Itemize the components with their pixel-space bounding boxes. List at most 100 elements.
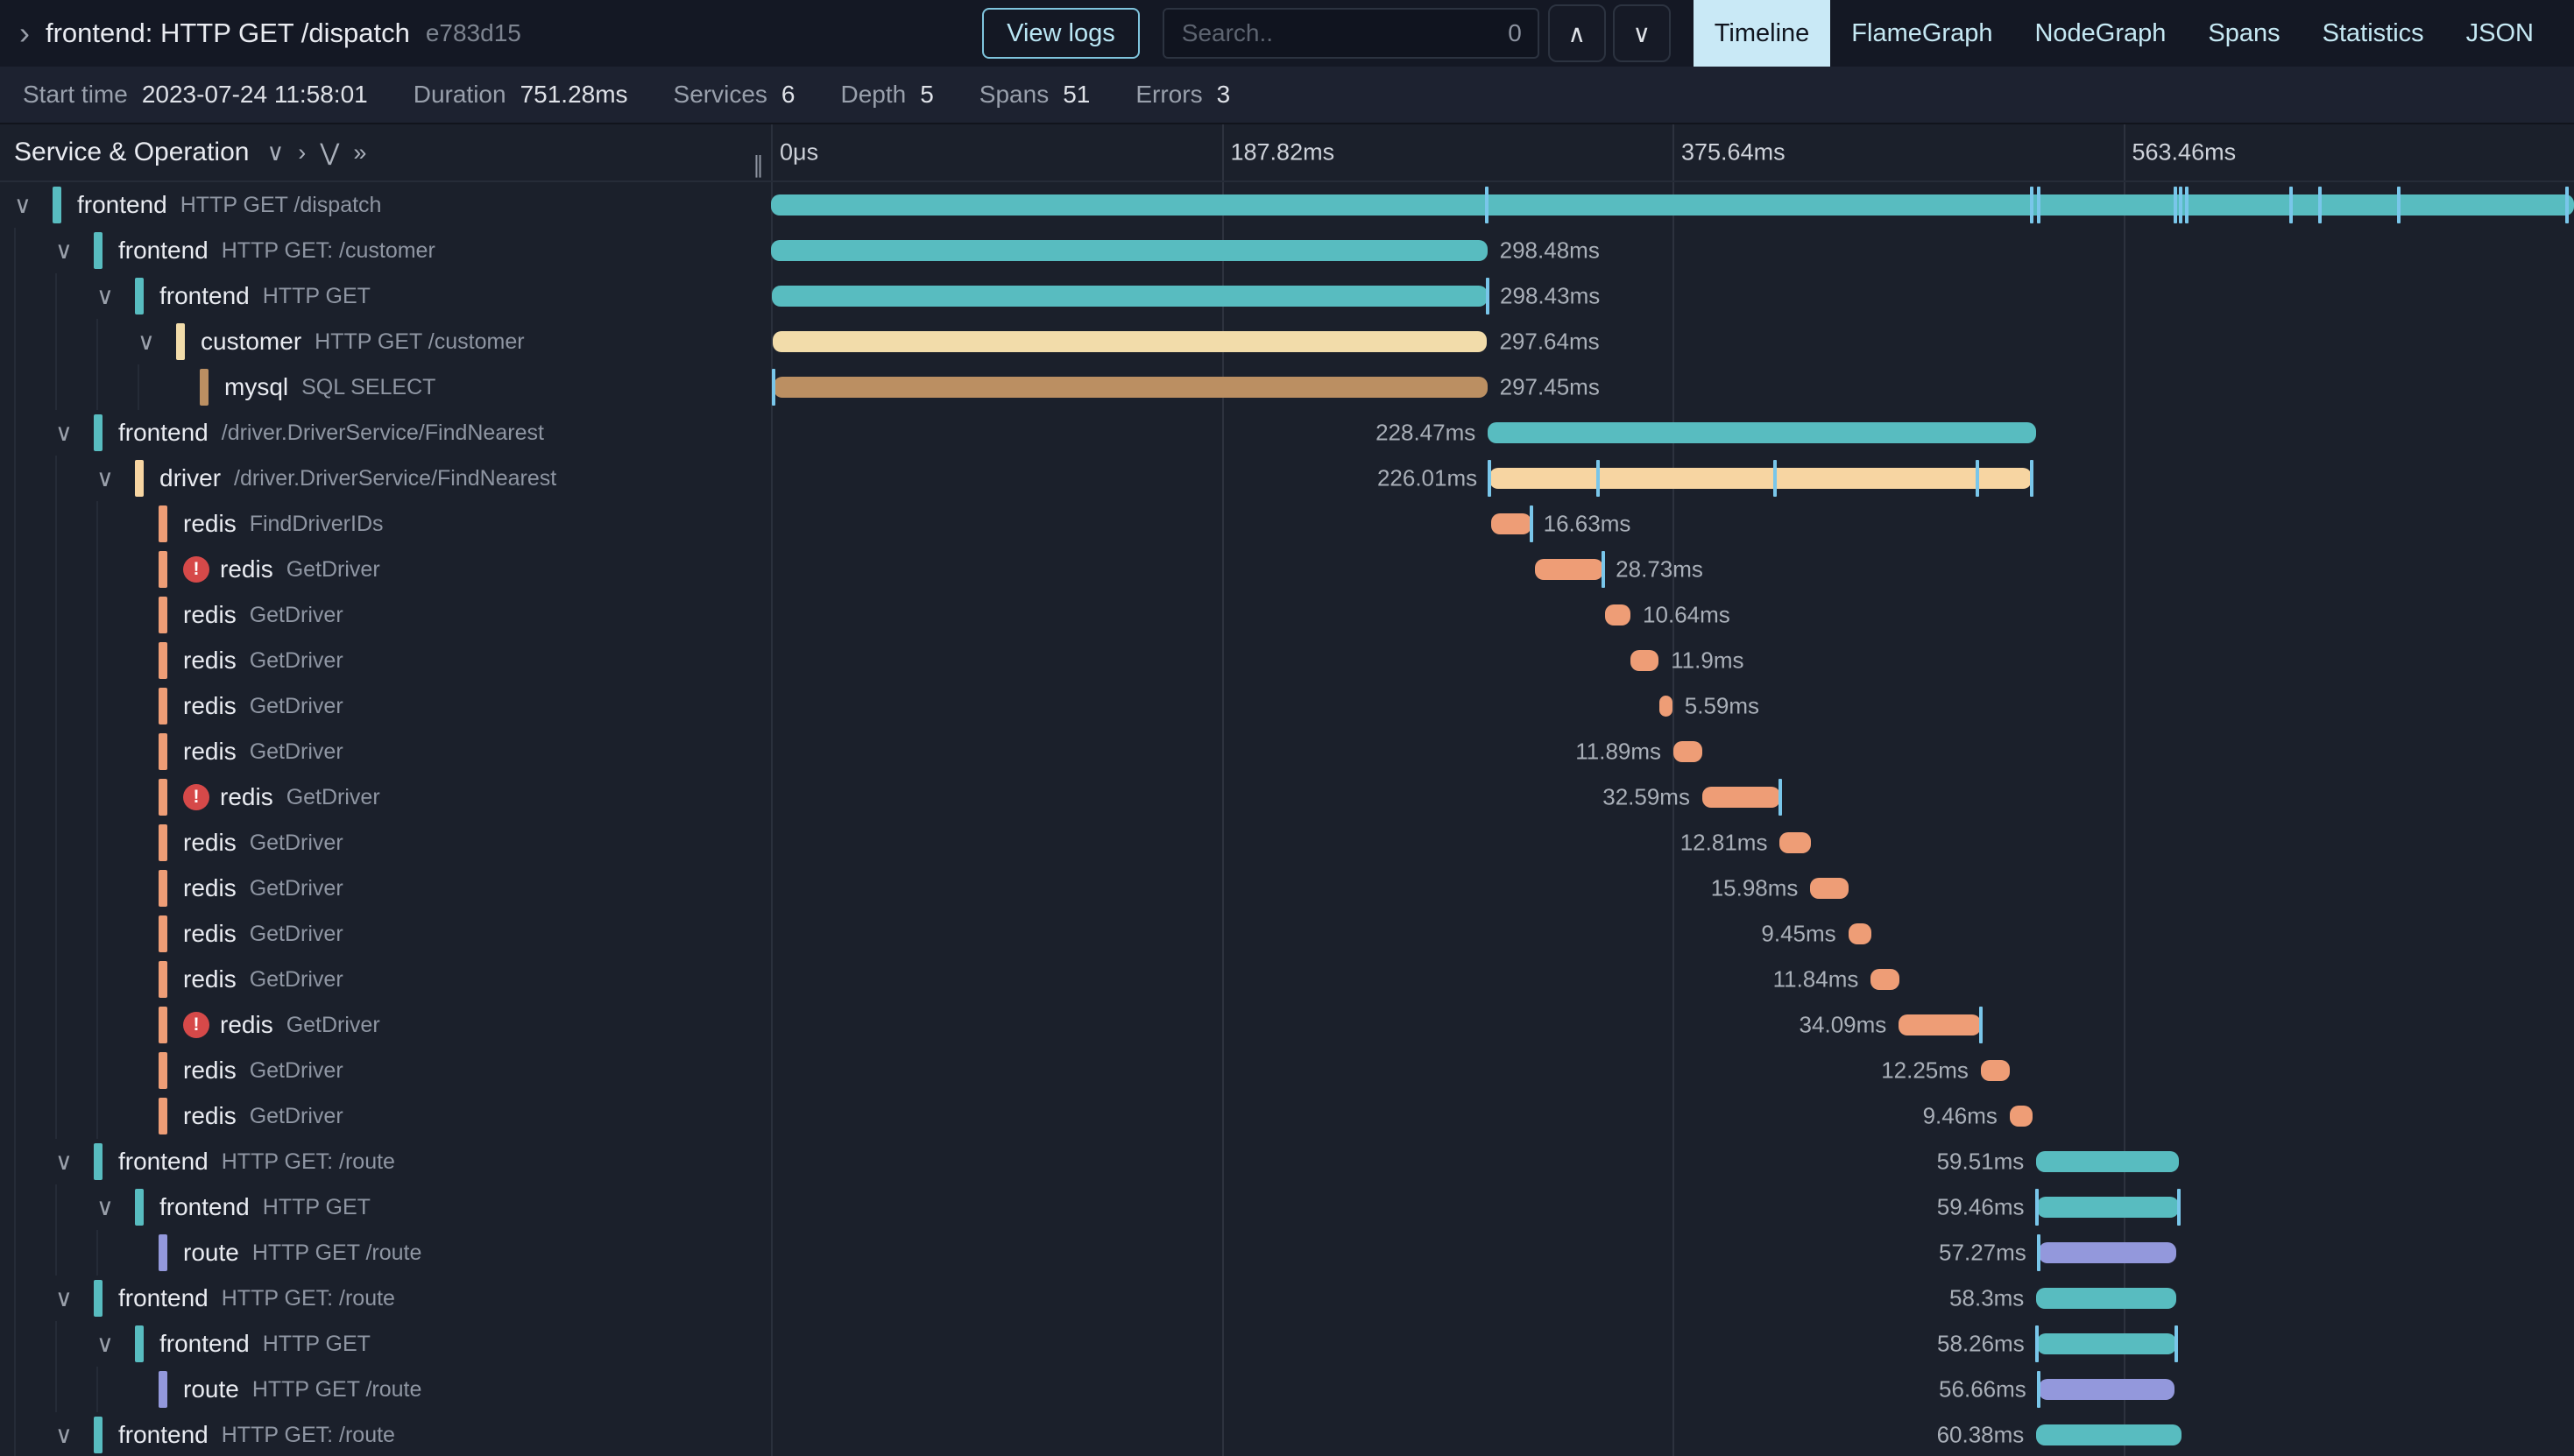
span-row[interactable]: ∨frontendHTTP GET: /route60.38ms — [0, 1412, 2574, 1456]
span-name-cell[interactable]: ∨driver/driver.DriverService/FindNearest — [0, 456, 771, 501]
tab-spans[interactable]: Spans — [2187, 0, 2301, 67]
span-name-cell[interactable]: routeHTTP GET /route — [0, 1367, 771, 1412]
span-duration-bar[interactable] — [1659, 696, 1672, 717]
span-duration-bar[interactable] — [773, 331, 1487, 352]
span-name-cell[interactable]: redisGetDriver — [0, 911, 771, 957]
span-row[interactable]: redisGetDriver5.59ms — [0, 683, 2574, 729]
chevron-down-icon[interactable]: ∨ — [96, 1332, 135, 1356]
chevron-down-icon[interactable]: ∨ — [55, 1424, 94, 1447]
search-input[interactable] — [1180, 18, 1497, 48]
span-row[interactable]: ∨frontendHTTP GET298.43ms — [0, 273, 2574, 319]
double-chevron-down-icon[interactable]: ⋁ — [320, 139, 339, 166]
span-duration-bar[interactable] — [1870, 969, 1899, 990]
collapse-trace-icon[interactable]: › — [19, 18, 30, 49]
span-name-cell[interactable]: redisGetDriver — [0, 866, 771, 911]
chevron-down-icon[interactable]: ∨ — [55, 239, 94, 263]
span-name-cell[interactable]: redisGetDriver — [0, 1048, 771, 1093]
span-name-cell[interactable]: redisGetDriver — [0, 1093, 771, 1139]
span-duration-bar[interactable] — [2037, 1333, 2177, 1354]
span-row[interactable]: redisGetDriver10.64ms — [0, 592, 2574, 638]
span-row[interactable]: redisGetDriver12.25ms — [0, 1048, 2574, 1093]
span-duration-bar[interactable] — [2036, 1424, 2181, 1445]
span-duration-bar[interactable] — [1899, 1014, 1980, 1035]
span-duration-bar[interactable] — [1702, 787, 1780, 808]
span-name-cell[interactable]: ∨frontendHTTP GET: /route — [0, 1412, 771, 1456]
tab-timeline[interactable]: Timeline — [1694, 0, 1831, 67]
chevron-down-icon[interactable]: ∨ — [96, 467, 135, 491]
span-row[interactable]: routeHTTP GET /route57.27ms — [0, 1230, 2574, 1276]
span-duration-bar[interactable] — [2036, 1151, 2179, 1172]
chevron-down-icon[interactable]: ∨ — [55, 1150, 94, 1174]
span-row[interactable]: routeHTTP GET /route56.66ms — [0, 1367, 2574, 1412]
span-row[interactable]: redisGetDriver9.46ms — [0, 1093, 2574, 1139]
span-name-cell[interactable]: ∨frontend/driver.DriverService/FindNeare… — [0, 410, 771, 456]
span-row[interactable]: !redisGetDriver32.59ms — [0, 774, 2574, 820]
span-row[interactable]: mysqlSQL SELECT297.45ms — [0, 364, 2574, 410]
span-name-cell[interactable]: ∨frontendHTTP GET — [0, 273, 771, 319]
span-row[interactable]: redisGetDriver9.45ms — [0, 911, 2574, 957]
span-name-cell[interactable]: redisGetDriver — [0, 683, 771, 729]
span-name-cell[interactable]: redisGetDriver — [0, 820, 771, 866]
next-result-button[interactable]: ∨ — [1613, 4, 1671, 62]
span-duration-bar[interactable] — [2037, 1197, 2180, 1218]
span-row[interactable]: ∨customerHTTP GET /customer297.64ms — [0, 319, 2574, 364]
span-name-cell[interactable]: ∨customerHTTP GET /customer — [0, 319, 771, 364]
chevron-down-icon[interactable]: ∨ — [14, 194, 53, 217]
span-duration-bar[interactable] — [771, 240, 1488, 261]
span-row[interactable]: redisFindDriverIDs16.63ms — [0, 501, 2574, 547]
tab-json[interactable]: JSON — [2445, 0, 2555, 67]
view-logs-button[interactable]: View logs — [982, 8, 1140, 59]
span-row[interactable]: ∨frontendHTTP GET: /route59.51ms — [0, 1139, 2574, 1184]
chevron-down-icon[interactable]: ∨ — [96, 1196, 135, 1219]
span-duration-bar[interactable] — [1779, 832, 1810, 853]
tab-flamegraph[interactable]: FlameGraph — [1830, 0, 2013, 67]
span-row[interactable]: ∨frontendHTTP GET59.46ms — [0, 1184, 2574, 1230]
span-name-cell[interactable]: redisGetDriver — [0, 638, 771, 683]
chevron-down-icon[interactable]: ∨ — [138, 330, 176, 354]
span-duration-bar[interactable] — [1489, 468, 2032, 489]
span-duration-bar[interactable] — [1981, 1060, 2011, 1081]
span-row[interactable]: ∨frontendHTTP GET: /customer298.48ms — [0, 228, 2574, 273]
span-name-cell[interactable]: mysqlSQL SELECT — [0, 364, 771, 410]
chevron-down-icon[interactable]: ∨ — [55, 1287, 94, 1311]
tab-nodegraph[interactable]: NodeGraph — [2013, 0, 2187, 67]
span-duration-bar[interactable] — [2036, 1288, 2176, 1309]
span-row[interactable]: !redisGetDriver28.73ms — [0, 547, 2574, 592]
span-name-cell[interactable]: !redisGetDriver — [0, 1002, 771, 1048]
span-name-cell[interactable]: !redisGetDriver — [0, 547, 771, 592]
column-resize-handle[interactable]: ∥ — [753, 152, 764, 179]
span-row[interactable]: !redisGetDriver34.09ms — [0, 1002, 2574, 1048]
span-duration-bar[interactable] — [1491, 513, 1531, 534]
chevron-right-icon[interactable]: › — [298, 139, 306, 166]
span-name-cell[interactable]: routeHTTP GET /route — [0, 1230, 771, 1276]
span-duration-bar[interactable] — [1605, 604, 1630, 626]
span-duration-bar[interactable] — [2039, 1242, 2176, 1263]
span-duration-bar[interactable] — [774, 377, 1488, 398]
span-name-cell[interactable]: ∨frontendHTTP GET — [0, 1321, 771, 1367]
span-name-cell[interactable]: redisGetDriver — [0, 592, 771, 638]
span-row[interactable]: ∨frontendHTTP GET /dispatch — [0, 182, 2574, 228]
span-row[interactable]: ∨frontendHTTP GET58.26ms — [0, 1321, 2574, 1367]
prev-result-button[interactable]: ∧ — [1548, 4, 1606, 62]
span-duration-bar[interactable] — [2039, 1379, 2174, 1400]
span-row[interactable]: redisGetDriver12.81ms — [0, 820, 2574, 866]
span-row[interactable]: redisGetDriver11.9ms — [0, 638, 2574, 683]
span-name-cell[interactable]: redisGetDriver — [0, 957, 771, 1002]
span-duration-bar[interactable] — [2010, 1106, 2033, 1127]
span-name-cell[interactable]: redisFindDriverIDs — [0, 501, 771, 547]
span-row[interactable]: redisGetDriver15.98ms — [0, 866, 2574, 911]
span-duration-bar[interactable] — [1630, 650, 1659, 671]
span-row[interactable]: ∨frontendHTTP GET: /route58.3ms — [0, 1276, 2574, 1321]
span-row[interactable]: ∨frontend/driver.DriverService/FindNeare… — [0, 410, 2574, 456]
chevron-down-icon[interactable]: ∨ — [96, 285, 135, 308]
span-name-cell[interactable]: redisGetDriver — [0, 729, 771, 774]
chevron-down-icon[interactable]: ∨ — [55, 421, 94, 445]
span-name-cell[interactable]: ∨frontendHTTP GET — [0, 1184, 771, 1230]
span-duration-bar[interactable] — [1673, 741, 1702, 762]
span-duration-bar[interactable] — [1488, 422, 2036, 443]
span-duration-bar[interactable] — [1810, 878, 1849, 899]
span-duration-bar[interactable] — [771, 194, 2574, 216]
span-row[interactable]: redisGetDriver11.89ms — [0, 729, 2574, 774]
span-duration-bar[interactable] — [772, 286, 1488, 307]
span-duration-bar[interactable] — [1849, 923, 1871, 944]
